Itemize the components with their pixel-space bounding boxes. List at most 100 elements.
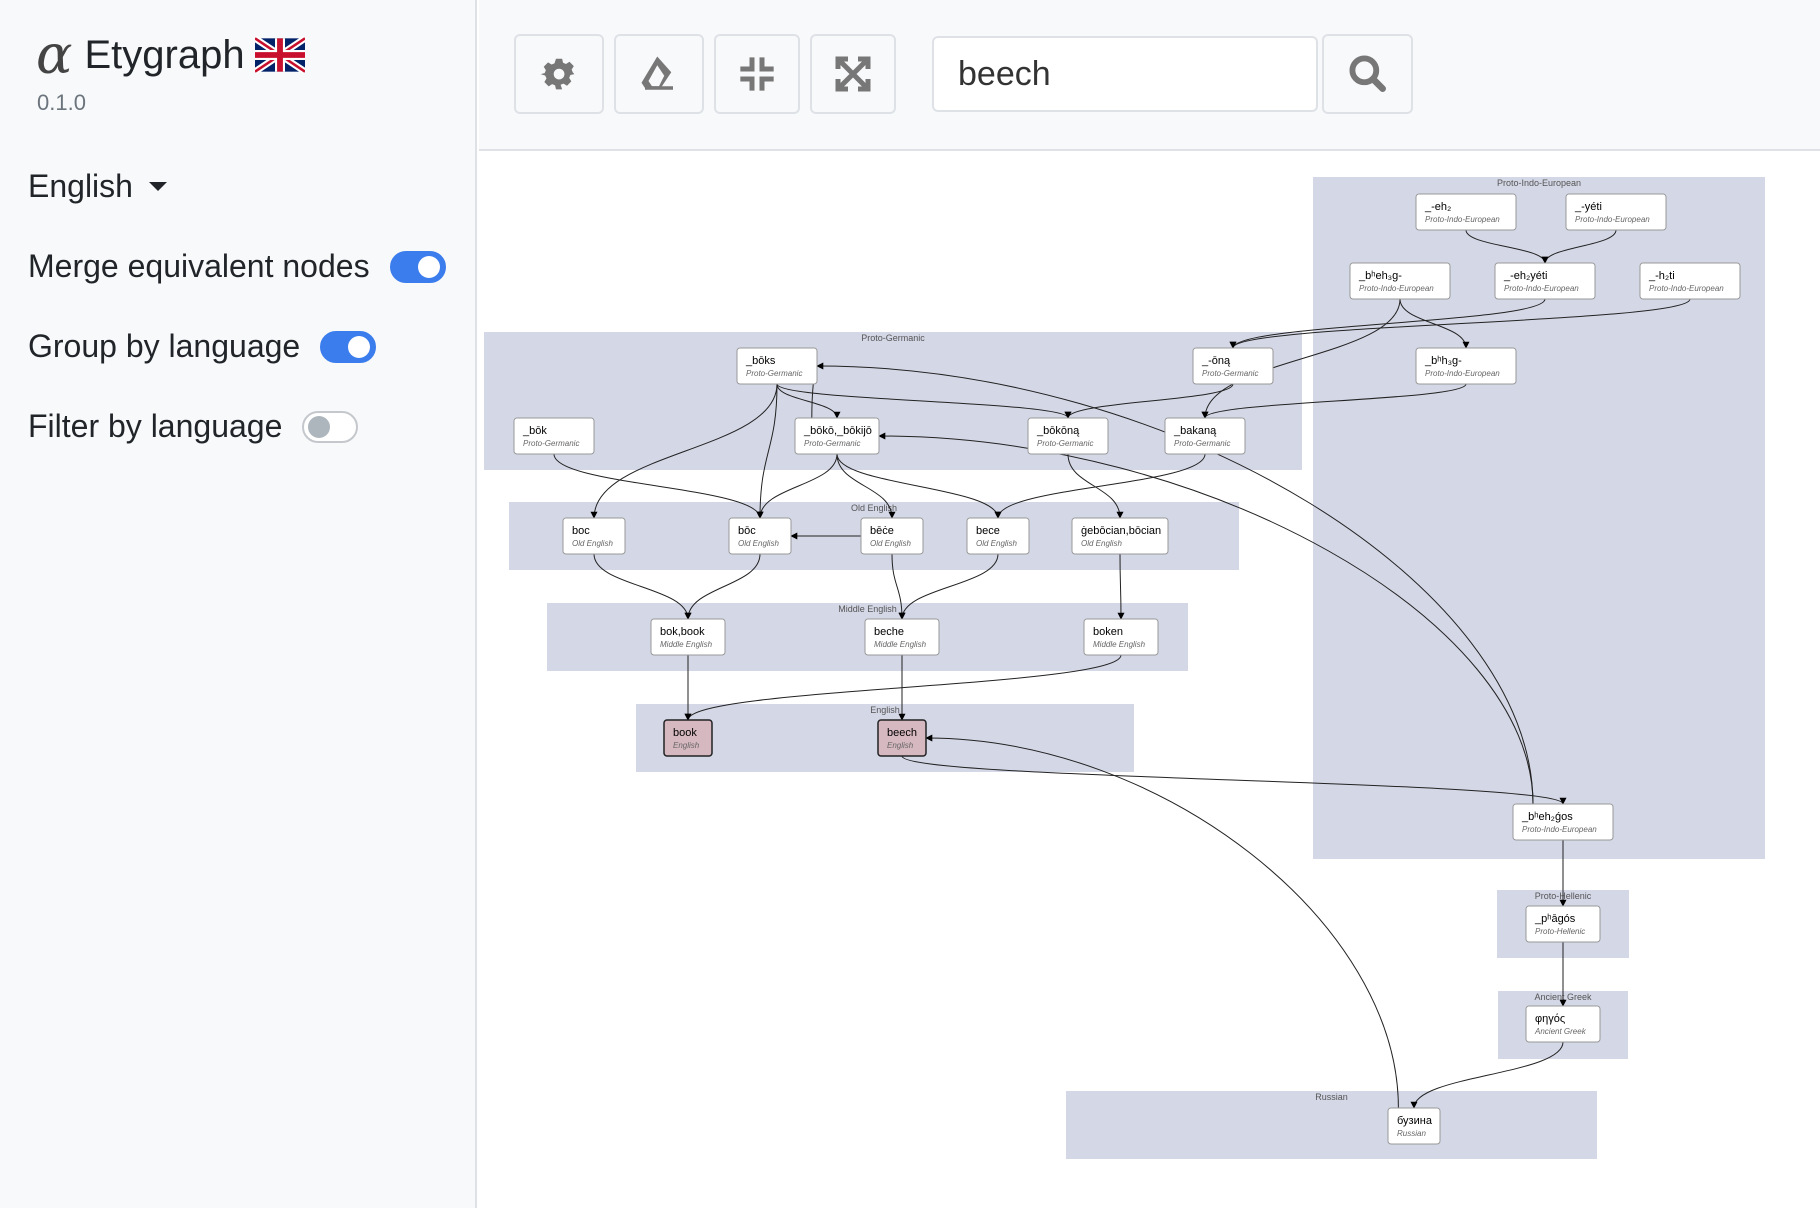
search-button[interactable] (1322, 34, 1413, 114)
node-word: _-ōną (1201, 355, 1231, 367)
settings-button[interactable] (514, 34, 604, 114)
graph-canvas[interactable]: Proto-Indo-European Proto-Germanic Old Eng… (479, 153, 1820, 1208)
caret-down-icon (148, 182, 167, 191)
graph-node-yeti[interactable]: _-yéti Proto-Indo-European (1565, 193, 1667, 231)
toolbar (479, 0, 1820, 151)
option-label: Group by language (28, 328, 301, 364)
node-word: бузина (1397, 1115, 1433, 1127)
toggle-knob (417, 255, 440, 278)
node-language: Old English (976, 539, 1017, 548)
node-word: _bʰh₃g- (1424, 355, 1462, 367)
uk-flag-icon (254, 36, 305, 74)
group-by-language-toggle[interactable] (320, 330, 377, 363)
search-input[interactable] (932, 36, 1318, 112)
graph-node-bok_pg[interactable]: _bōk Proto-Germanic (513, 417, 595, 455)
node-word: boken (1093, 626, 1123, 638)
node-word: _bōkō,_bōkijō (803, 425, 872, 437)
etymology-graph[interactable]: Proto-Indo-European Proto-Germanic Old Eng… (479, 153, 1820, 1208)
graph-node-bece[interactable]: bece Old English (966, 517, 1030, 555)
node-word: _bʰeh₂ǵos (1521, 811, 1573, 823)
expand-icon (835, 56, 871, 92)
app-title: Etygraph (84, 32, 245, 77)
cluster-label: Proto-Germanic (861, 333, 925, 343)
graph-node-beche[interactable]: beche Middle English (864, 618, 940, 656)
option-group-by-language: Group by language (28, 328, 377, 365)
node-language: Proto-Indo-European (1649, 284, 1724, 293)
graph-node-bokona[interactable]: _bōkōną Proto-Germanic (1027, 417, 1109, 455)
graph-node-ona[interactable]: _-ōną Proto-Germanic (1192, 347, 1274, 385)
node-word: bēċe (870, 525, 894, 537)
graph-node-boc[interactable]: boc Old English (562, 517, 626, 555)
node-language: Proto-Indo-European (1522, 825, 1597, 834)
graph-node-bheh2gos[interactable]: _bʰeh₂ǵos Proto-Indo-European (1512, 803, 1614, 841)
merge-equivalent-nodes-toggle[interactable] (389, 250, 446, 283)
node-word: _bakaną (1173, 425, 1217, 437)
node-language: Proto-Germanic (1174, 439, 1230, 448)
filter-by-language-toggle[interactable] (302, 410, 359, 443)
graph-node-eh2[interactable]: _-eh₂ Proto-Indo-European (1415, 193, 1517, 231)
graph-node-beech[interactable]: beech English (877, 719, 927, 757)
graph-node-boc2[interactable]: bōc Old English (728, 517, 792, 555)
node-language: Middle English (1093, 640, 1146, 649)
toggle-knob (348, 335, 371, 358)
graph-node-bhh3g[interactable]: _bʰh₃g- Proto-Indo-European (1415, 347, 1517, 385)
cluster-label: Proto-Indo-European (1497, 178, 1581, 188)
graph-node-boken[interactable]: boken Middle English (1083, 618, 1159, 656)
node-word: boc (572, 525, 590, 537)
node-word: book (673, 727, 697, 739)
sidebar: α Etygraph 0.1.0 English Merge equivalen… (0, 0, 477, 1208)
cluster-label: Middle English (838, 604, 897, 614)
node-language: Proto-Germanic (746, 369, 802, 378)
graph-node-h2ti[interactable]: _-h₂ti Proto-Indo-European (1639, 262, 1741, 300)
gear-icon (540, 58, 575, 90)
node-language: Proto-Indo-European (1425, 215, 1500, 224)
graph-node-book[interactable]: book English (663, 719, 713, 757)
graph-node-phagos[interactable]: _pʰāgós Proto-Hellenic (1525, 905, 1601, 943)
graph-node-bheh3g[interactable]: _bʰeh₃g- Proto-Indo-European (1349, 262, 1451, 300)
node-word: _-eh₂yéti (1503, 270, 1547, 282)
node-word: beche (874, 626, 904, 638)
node-language: Proto-Germanic (523, 439, 579, 448)
node-language: Proto-Hellenic (1535, 927, 1585, 936)
graph-node-bokbook[interactable]: bok,book Middle English (650, 618, 726, 656)
graph-node-eh2yeti[interactable]: _-eh₂yéti Proto-Indo-European (1494, 262, 1596, 300)
graph-node-buzina[interactable]: бузина Russian (1387, 1107, 1441, 1145)
node-language: Old English (738, 539, 779, 548)
node-language: Middle English (660, 640, 713, 649)
graph-node-bakana[interactable]: _bakaną Proto-Germanic (1164, 417, 1246, 455)
app-version: 0.1.0 (37, 90, 86, 115)
compress-icon (740, 57, 774, 91)
language-cluster-ru: Russian (1066, 1091, 1597, 1159)
cluster-label: English (870, 705, 900, 715)
option-label: Filter by language (28, 408, 283, 444)
eraser-icon (641, 56, 673, 90)
node-language: Ancient Greek (1534, 1027, 1587, 1036)
node-word: _bōks (745, 355, 776, 367)
node-language: Proto-Indo-European (1504, 284, 1579, 293)
clear-button[interactable] (614, 34, 704, 114)
node-language: Proto-Indo-European (1425, 369, 1500, 378)
node-language: Russian (1397, 1129, 1426, 1138)
language-select-value: English (28, 168, 133, 204)
node-language: Old English (1081, 539, 1122, 548)
graph-node-boks[interactable]: _bōks Proto-Germanic (736, 347, 818, 385)
cluster-label: Russian (1315, 1092, 1348, 1102)
node-language: Proto-Indo-European (1359, 284, 1434, 293)
node-language: Proto-Indo-European (1575, 215, 1650, 224)
search-icon (1348, 55, 1386, 92)
graph-node-phegos[interactable]: φηγός Ancient Greek (1525, 1005, 1601, 1043)
graph-node-bece2[interactable]: bēċe Old English (860, 517, 924, 555)
node-language: Old English (870, 539, 911, 548)
brand: α Etygraph (36, 28, 305, 82)
alpha-logo-icon: α (36, 23, 73, 86)
node-language: Old English (572, 539, 613, 548)
node-language: Middle English (874, 640, 927, 649)
expand-button[interactable] (810, 34, 896, 114)
option-filter-by-language: Filter by language (28, 408, 359, 445)
graph-node-gebocian[interactable]: ġebōcian,bōcian Old English (1071, 517, 1169, 555)
language-select[interactable]: English (28, 168, 167, 205)
node-language: Proto-Germanic (804, 439, 860, 448)
node-word: _-h₂ti (1648, 270, 1675, 282)
collapse-button[interactable] (714, 34, 800, 114)
graph-node-boko[interactable]: _bōkō,_bōkijō Proto-Germanic (794, 417, 880, 455)
